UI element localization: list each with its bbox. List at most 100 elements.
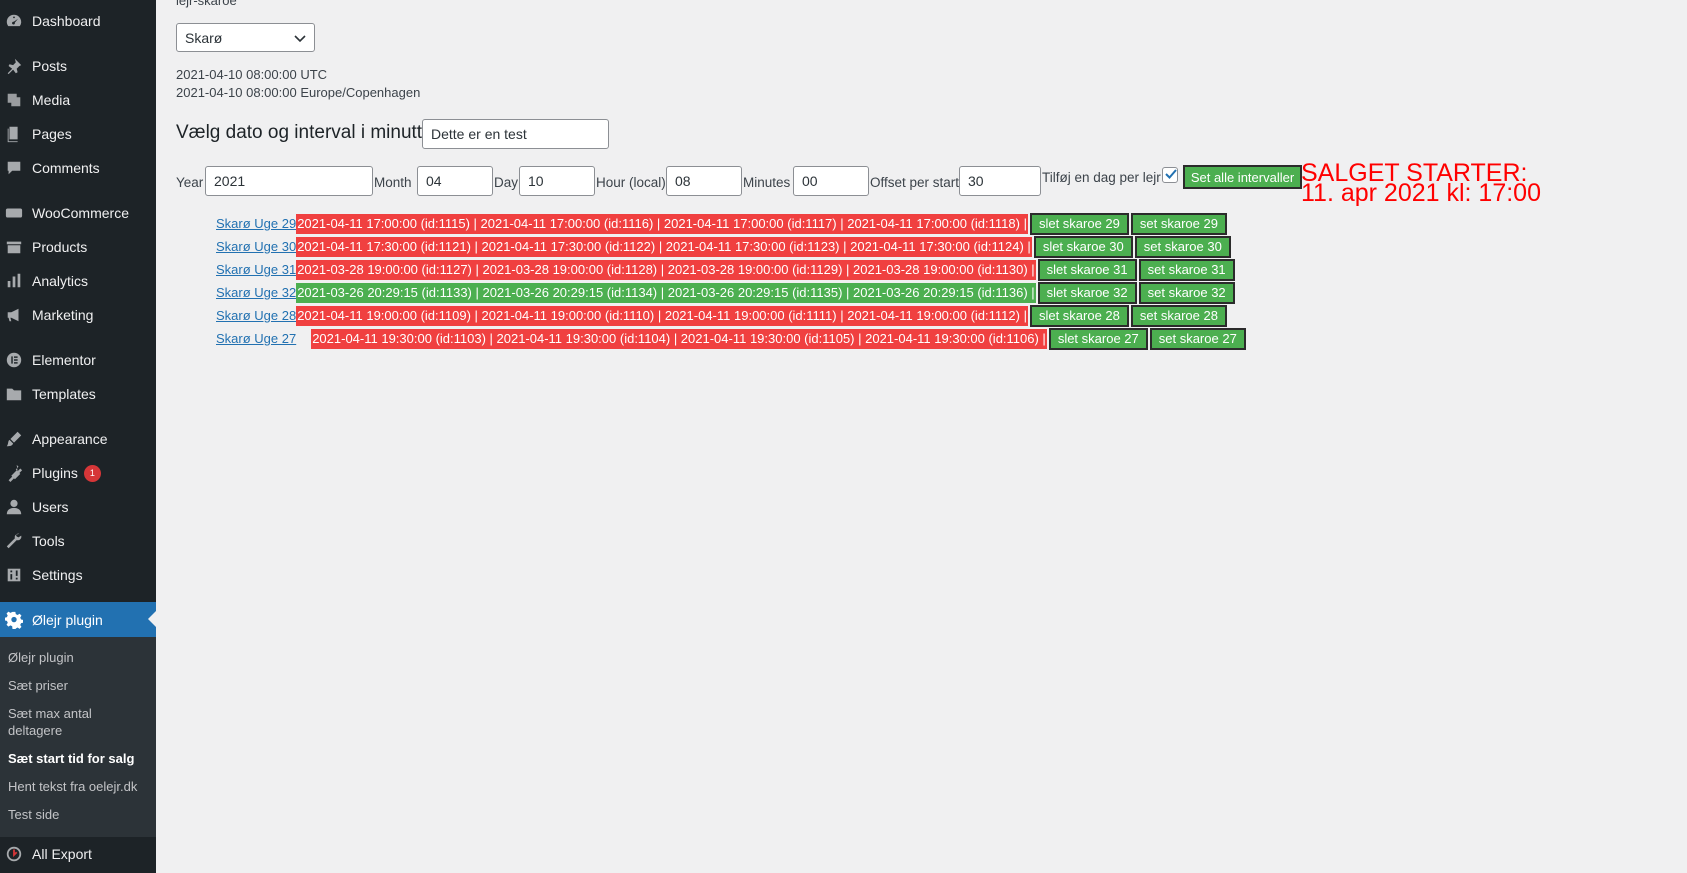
add-day-label: Tilføj en dag per lejr bbox=[1042, 170, 1161, 185]
minutes-label: Minutes bbox=[743, 175, 791, 190]
set-all-intervals-button[interactable]: Set alle intervaller bbox=[1183, 165, 1302, 189]
media-icon bbox=[4, 90, 24, 110]
sidebar-item-analytics[interactable]: Analytics bbox=[0, 264, 156, 298]
chevron-down-icon bbox=[294, 35, 306, 43]
delete-camp-button[interactable]: slet skaroe 29 bbox=[1029, 212, 1129, 235]
sidebar-item-pages[interactable]: Pages bbox=[0, 117, 156, 151]
megaphone-icon bbox=[4, 305, 24, 325]
hour-input[interactable]: 08 bbox=[666, 166, 742, 196]
camp-select[interactable]: Skarø bbox=[176, 23, 315, 52]
set-camp-button[interactable]: set skaroe 30 bbox=[1134, 235, 1231, 258]
heading-text-input[interactable]: Dette er en test bbox=[422, 119, 609, 149]
sidebar-item-tools[interactable]: Tools bbox=[0, 524, 156, 558]
woo-icon bbox=[4, 203, 24, 223]
delete-camp-button[interactable]: slet skaroe 31 bbox=[1037, 258, 1137, 281]
page-heading: Vælg dato og interval i minutter bbox=[176, 122, 439, 143]
month-input[interactable]: 04 bbox=[417, 166, 493, 196]
hour-label: Hour (local) bbox=[596, 175, 666, 190]
wrench-icon bbox=[4, 531, 24, 551]
sidebar-item-label: Products bbox=[32, 239, 88, 255]
sidebar-item-plugins[interactable]: Plugins 1 bbox=[0, 456, 156, 490]
year-input[interactable]: 2021 bbox=[205, 166, 373, 196]
day-input[interactable]: 10 bbox=[519, 166, 595, 196]
delete-camp-button[interactable]: slet skaroe 30 bbox=[1033, 235, 1133, 258]
set-camp-button[interactable]: set skaroe 28 bbox=[1130, 304, 1227, 327]
sidebar-item-label: Ølejr plugin bbox=[32, 611, 103, 628]
gear-icon bbox=[4, 610, 24, 630]
sidebar-item-label: Pages bbox=[32, 126, 72, 142]
sidebar-item-label: Templates bbox=[32, 386, 96, 402]
camp-link[interactable]: Skarø Uge 27 bbox=[216, 331, 311, 346]
camp-link[interactable]: Skarø Uge 32 bbox=[216, 285, 296, 300]
camp-link[interactable]: Skarø Uge 30 bbox=[216, 239, 296, 254]
delete-camp-button[interactable]: slet skaroe 27 bbox=[1048, 327, 1148, 350]
field-label-lejr: lejr-skaroe bbox=[176, 0, 237, 8]
delete-camp-button[interactable]: slet skaroe 28 bbox=[1029, 304, 1129, 327]
delete-camp-button[interactable]: slet skaroe 32 bbox=[1037, 281, 1137, 304]
submenu-item-hent-tekst[interactable]: Hent tekst fra oelejr.dk bbox=[8, 778, 148, 795]
camp-row: Skarø Uge 32 2021-03-26 20:29:15 (id:113… bbox=[216, 281, 1235, 304]
plug-icon bbox=[4, 463, 24, 483]
camp-row: Skarø Uge 28 2021-04-11 19:00:00 (id:110… bbox=[216, 304, 1227, 327]
brush-icon bbox=[4, 429, 24, 449]
sidebar-item-comments[interactable]: Comments bbox=[0, 151, 156, 185]
admin-sidebar: Dashboard Posts Media Pages Comments Woo… bbox=[0, 0, 156, 873]
offset-input[interactable]: 30 bbox=[959, 166, 1041, 196]
submenu-item-saet-priser[interactable]: Sæt priser bbox=[8, 677, 148, 694]
sidebar-item-products[interactable]: Products bbox=[0, 230, 156, 264]
submenu-item-saet-max-antal[interactable]: Sæt max antal deltagere bbox=[8, 705, 148, 739]
sidebar-item-label: Elementor bbox=[32, 352, 96, 368]
submenu-item-saet-start-tid[interactable]: Sæt start tid for salg bbox=[8, 750, 148, 767]
dashboard-icon bbox=[4, 11, 24, 31]
sidebar-item-olejr-plugin[interactable]: Ølejr plugin bbox=[0, 602, 156, 637]
camp-dates: 2021-03-26 20:29:15 (id:1133) | 2021-03-… bbox=[296, 282, 1036, 303]
camp-dates: 2021-04-11 17:00:00 (id:1115) | 2021-04-… bbox=[296, 213, 1028, 234]
sidebar-item-label: Appearance bbox=[32, 431, 108, 447]
camp-link[interactable]: Skarø Uge 31 bbox=[216, 262, 296, 277]
camp-row: Skarø Uge 30 2021-04-11 17:30:00 (id:112… bbox=[216, 235, 1231, 258]
sidebar-item-label: All Export bbox=[32, 846, 92, 862]
archive-icon bbox=[4, 237, 24, 257]
camp-row: Skarø Uge 27 2021-04-11 19:30:00 (id:110… bbox=[216, 327, 1246, 350]
sidebar-item-label: Media bbox=[32, 92, 71, 108]
add-day-checkbox[interactable] bbox=[1162, 167, 1178, 183]
update-count-badge: 1 bbox=[83, 464, 101, 482]
sidebar-item-label: Comments bbox=[32, 160, 100, 176]
camp-link[interactable]: Skarø Uge 28 bbox=[216, 308, 296, 323]
camp-row: Skarø Uge 31 2021-03-28 19:00:00 (id:112… bbox=[216, 258, 1235, 281]
sidebar-item-dashboard[interactable]: Dashboard bbox=[0, 4, 156, 38]
elementor-icon bbox=[4, 350, 24, 370]
sidebar-item-users[interactable]: Users bbox=[0, 490, 156, 524]
submenu-item-test-side[interactable]: Test side bbox=[8, 806, 148, 823]
camp-select-value: Skarø bbox=[185, 29, 223, 46]
sidebar-item-posts[interactable]: Posts bbox=[0, 49, 156, 83]
set-camp-button[interactable]: set skaroe 32 bbox=[1138, 281, 1235, 304]
month-label: Month bbox=[374, 175, 412, 190]
sidebar-submenu: Ølejr plugin Sæt priser Sæt max antal de… bbox=[0, 637, 156, 837]
set-camp-button[interactable]: set skaroe 27 bbox=[1149, 327, 1246, 350]
sidebar-item-templates[interactable]: Templates bbox=[0, 377, 156, 411]
sidebar-item-label: Users bbox=[32, 499, 69, 515]
sidebar-item-marketing[interactable]: Marketing bbox=[0, 298, 156, 332]
day-label: Day bbox=[494, 175, 519, 190]
camp-dates: 2021-03-28 19:00:00 (id:1127) | 2021-03-… bbox=[296, 259, 1036, 280]
minutes-input[interactable]: 00 bbox=[793, 166, 869, 196]
set-camp-button[interactable]: set skaroe 31 bbox=[1138, 258, 1235, 281]
sale-start-notice: SALGET STARTER: 11. apr 2021 kl: 17:00 bbox=[1301, 161, 1541, 207]
active-menu-arrow bbox=[148, 611, 156, 627]
offset-label: Offset per start bbox=[870, 175, 960, 190]
sidebar-item-settings[interactable]: Settings bbox=[0, 558, 156, 592]
sidebar-item-woocommerce[interactable]: WooCommerce bbox=[0, 196, 156, 230]
sidebar-item-media[interactable]: Media bbox=[0, 83, 156, 117]
sidebar-item-label: Marketing bbox=[32, 307, 94, 323]
main-content: lejr-skaroe Skarø 2021-04-10 08:00:00 UT… bbox=[156, 0, 1687, 873]
camp-dates: 2021-04-11 19:00:00 (id:1109) | 2021-04-… bbox=[296, 305, 1028, 326]
camp-row: Skarø Uge 29 2021-04-11 17:00:00 (id:111… bbox=[216, 212, 1227, 235]
sidebar-item-appearance[interactable]: Appearance bbox=[0, 422, 156, 456]
camp-link[interactable]: Skarø Uge 29 bbox=[216, 216, 296, 231]
submenu-item-olejr-plugin[interactable]: Ølejr plugin bbox=[8, 649, 148, 666]
sidebar-item-all-export[interactable]: All Export bbox=[0, 837, 156, 871]
sale-start-date: 11. apr 2021 kl: 17:00 bbox=[1301, 179, 1541, 207]
set-camp-button[interactable]: set skaroe 29 bbox=[1130, 212, 1227, 235]
sidebar-item-elementor[interactable]: Elementor bbox=[0, 343, 156, 377]
